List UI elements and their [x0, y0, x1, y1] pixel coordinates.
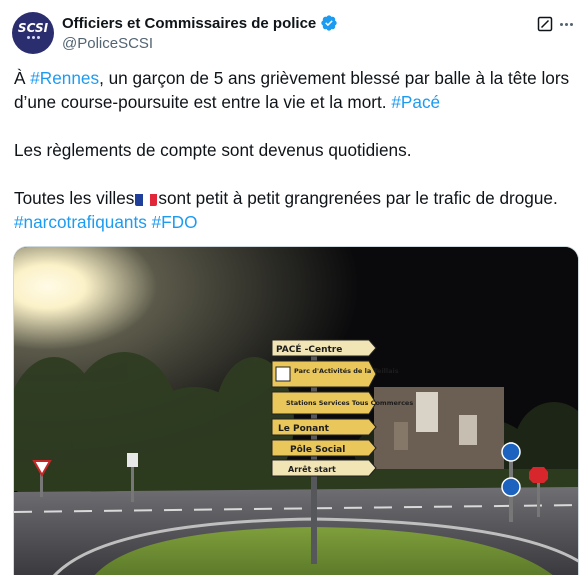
sign-stations-services: Stations Services Tous Commerces: [286, 399, 413, 407]
author-block: Officiers et Commissaires de police @Pol…: [62, 13, 338, 52]
sign-arret-start: Arrêt start: [288, 464, 336, 474]
french-flag-icon: [135, 191, 158, 206]
hashtag-pace[interactable]: #Pacé: [391, 92, 440, 112]
sign-pace-centre: PACÉ -Centre: [276, 343, 342, 355]
avatar-text: SCSI: [17, 20, 49, 35]
sign-le-ponant: Le Ponant: [278, 424, 330, 434]
sign-pole-social: Pôle Social: [290, 444, 345, 455]
hashtag-narcotrafiquants[interactable]: #narcotrafiquants: [14, 212, 147, 232]
verified-badge-icon[interactable]: [320, 14, 338, 32]
tweet-header: SCSI Officiers et Commissaires de police…: [12, 12, 575, 54]
hashtag-fdo[interactable]: #FDO: [152, 212, 198, 232]
text-prefix-3: Toutes les villes: [14, 188, 135, 208]
tweet-photo[interactable]: PACÉ -Centre Parc d'Activités de la Teil…: [13, 246, 579, 575]
tweet-paragraph-1: À #Rennes, un garçon de 5 ans grièvement…: [14, 66, 579, 114]
street-sign-photo: PACÉ -Centre Parc d'Activités de la Teil…: [14, 247, 578, 575]
text-body-3: sont petit à petit grangrenées par le tr…: [158, 188, 558, 208]
text-prefix: À: [14, 68, 31, 88]
hashtag-rennes[interactable]: #Rennes: [30, 68, 99, 88]
tweet-paragraph-3: Toutes les villes sont petit à petit gran…: [14, 186, 579, 234]
grok-icon[interactable]: [537, 16, 553, 32]
author-display-name[interactable]: Officiers et Commissaires de police: [62, 15, 316, 32]
avatar-stars-icon: [26, 35, 40, 39]
tweet-text: À #Rennes, un garçon de 5 ans grièvement…: [14, 66, 579, 234]
sign-parc-activites: Parc d'Activités de la Teillais: [294, 367, 399, 375]
more-icon[interactable]: [557, 15, 575, 33]
avatar[interactable]: SCSI: [12, 12, 54, 54]
author-handle[interactable]: @PoliceSCSI: [62, 35, 338, 52]
tweet-paragraph-2: Les règlements de compte sont devenus qu…: [14, 140, 412, 160]
